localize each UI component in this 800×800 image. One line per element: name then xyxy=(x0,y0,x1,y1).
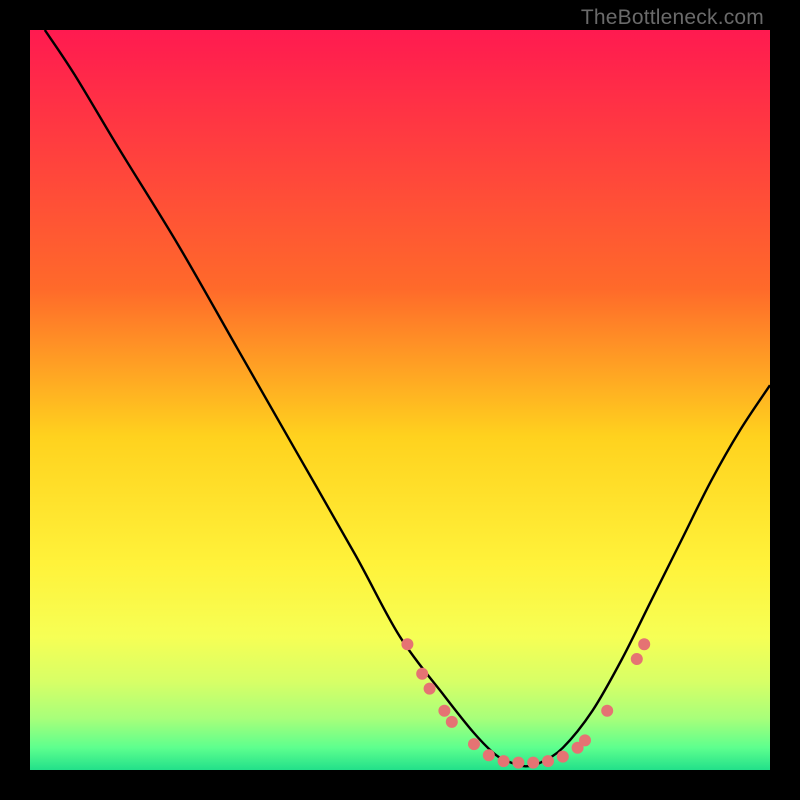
scatter-point xyxy=(631,653,643,665)
chart-background xyxy=(30,30,770,770)
scatter-point xyxy=(416,668,428,680)
scatter-point xyxy=(638,638,650,650)
scatter-point xyxy=(527,757,539,769)
scatter-point xyxy=(512,757,524,769)
scatter-point xyxy=(498,755,510,767)
scatter-point xyxy=(424,683,436,695)
scatter-point xyxy=(557,751,569,763)
scatter-point xyxy=(483,749,495,761)
watermark-text: TheBottleneck.com xyxy=(581,6,764,30)
scatter-point xyxy=(446,716,458,728)
chart-frame xyxy=(30,30,770,770)
chart-svg xyxy=(30,30,770,770)
scatter-point xyxy=(468,738,480,750)
scatter-point xyxy=(401,638,413,650)
scatter-point xyxy=(601,705,613,717)
scatter-point xyxy=(579,734,591,746)
scatter-point xyxy=(438,705,450,717)
scatter-point xyxy=(542,755,554,767)
